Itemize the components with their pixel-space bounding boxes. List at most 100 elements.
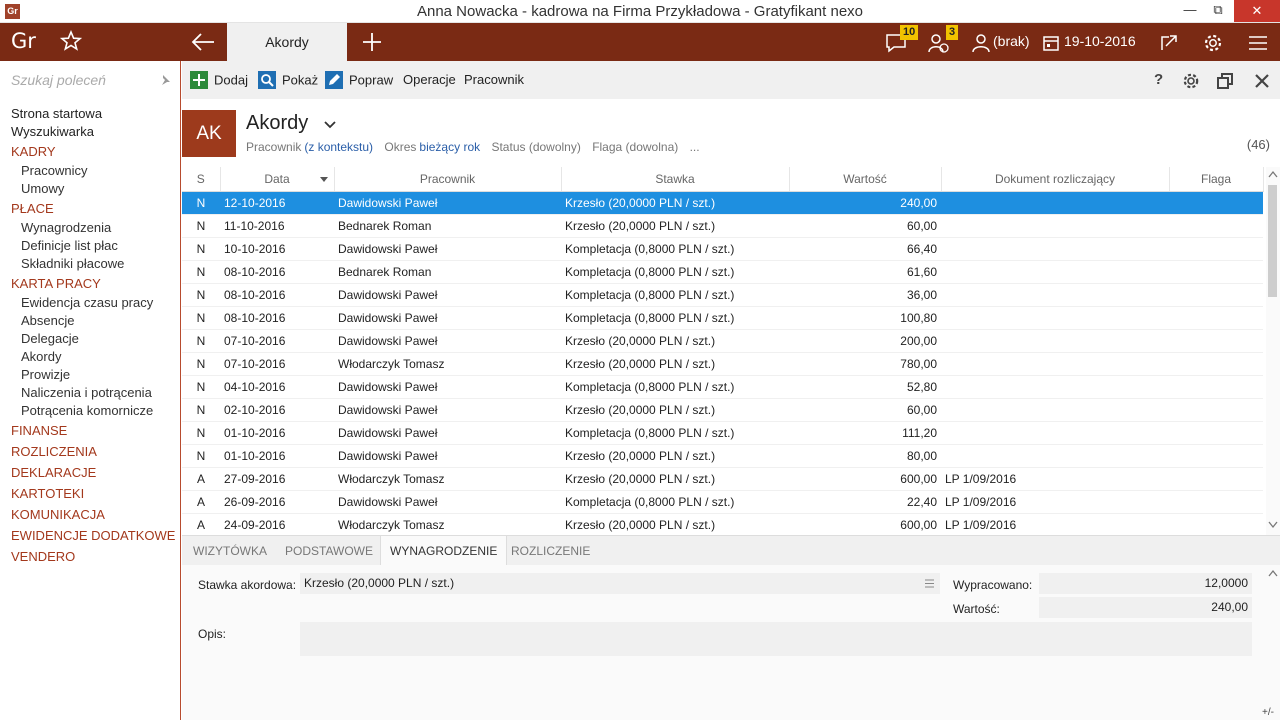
table-row[interactable]: N 04-10-2016 Dawidowski Paweł Kompletacja (… [182,375,1263,399]
command-search-input[interactable]: Szukaj poleceń [11,72,106,88]
list-header: AK Akordy Pracownik (z kontekstu) Okres bi… [182,99,1280,166]
table-row[interactable]: N 07-10-2016 Dawidowski Paweł Krzesło (20,0… [182,329,1263,353]
expand-collapse-toggle[interactable]: +/- [1262,707,1274,718]
column-header-value[interactable]: Wartość [789,167,942,192]
tab-podstawowe[interactable]: PODSTAWOWE [276,536,382,566]
help-button[interactable]: ? [1154,71,1163,88]
filter-flag[interactable]: Flaga (dowolna) [592,140,678,154]
sidebar-item-wyszukiwarka[interactable]: Wyszukiwarka [0,123,181,141]
worked-field[interactable]: 12,0000 [1039,573,1252,594]
detail-scroll-up-icon[interactable] [1268,569,1278,577]
sidebar-item-wynagrodzenia[interactable]: Wynagrodzenia [0,219,181,237]
sidebar-item-naliczenia-i-potrącenia[interactable]: Naliczenia i potrącenia [0,384,181,402]
rate-field[interactable]: Krzesło (20,0000 PLN / szt.) [300,573,940,594]
sidebar-item-komunikacja[interactable]: KOMUNIKACJA [0,504,181,525]
column-header-date[interactable]: Data [220,167,335,192]
table-row[interactable]: N 12-10-2016 Dawidowski Paweł Krzesło (20,0… [182,191,1263,215]
filter-employee[interactable]: Pracownik (z kontekstu) [246,140,373,154]
list-picker-icon[interactable] [925,579,934,588]
minimize-button[interactable]: — [1176,0,1204,22]
scroll-down-icon[interactable] [1268,521,1278,529]
tab-wynagrodzenie[interactable]: WYNAGRODZENIE [380,536,508,566]
column-header-status[interactable]: S [182,167,221,192]
tab-akordy[interactable]: Akordy [227,23,347,61]
tab-wizytowka[interactable]: WIZYTÓWKA [184,536,276,566]
employee-menu[interactable]: Pracownik [464,72,524,87]
table-row[interactable]: N 01-10-2016 Dawidowski Paweł Kompletacja (… [182,421,1263,445]
table-row[interactable]: N 01-10-2016 Dawidowski Paweł Krzesło (20,0… [182,444,1263,468]
filter-period[interactable]: Okres bieżący rok [384,140,480,154]
table-row[interactable]: N 10-10-2016 Dawidowski Paweł Kompletacja (… [182,237,1263,261]
cell-flag [1169,329,1263,353]
hamburger-menu-icon[interactable] [1248,32,1268,54]
detach-window-icon[interactable] [1216,72,1234,90]
settings-gear-icon[interactable] [1203,32,1223,54]
context-user-icon[interactable] [971,32,991,54]
table-row[interactable]: A 27-09-2016 Włodarczyk Tomasz Krzesło (20,… [182,467,1263,491]
sidebar-item-absencje[interactable]: Absencje [0,312,181,330]
sidebar-item-kartoteki[interactable]: KARTOTEKI [0,483,181,504]
sidebar-item-pracownicy[interactable]: Pracownicy [0,162,181,180]
scroll-up-icon[interactable] [1268,170,1278,178]
sidebar-item-vendero[interactable]: VENDERO [0,546,181,567]
close-tab-icon[interactable] [1253,72,1271,90]
scroll-thumb[interactable] [1268,185,1277,297]
favorites-star-icon[interactable] [60,30,82,52]
tab-rozliczenie[interactable]: ROZLICZENIE [502,536,599,566]
chevron-down-icon[interactable] [324,119,336,131]
cell-date: 26-09-2016 [220,490,334,514]
sidebar-item-kadry[interactable]: KADRY [0,141,181,162]
table-row[interactable]: A 26-09-2016 Dawidowski Paweł Kompletacja (… [182,490,1263,514]
table-row[interactable]: A 24-09-2016 Włodarczyk Tomasz Krzesło (20,… [182,513,1263,537]
description-field[interactable] [300,622,1252,656]
sidebar-item-strona-startowa[interactable]: Strona startowa [0,105,181,123]
app-logo[interactable]: Gr [11,29,36,53]
operations-menu[interactable]: Operacje [403,72,456,87]
calendar-icon[interactable] [1043,32,1059,54]
sidebar-item-prowizje[interactable]: Prowizje [0,366,181,384]
filter-status[interactable]: Status (dowolny) [491,140,580,154]
back-arrow-icon[interactable] [190,31,216,53]
show-button[interactable]: Pokaż [258,71,318,90]
cell-date: 08-10-2016 [220,260,334,284]
sidebar-item-ewidencje-dodatkowe[interactable]: EWIDENCJE DODATKOWE [0,525,181,546]
working-date[interactable]: 19-10-2016 [1064,33,1136,49]
sidebar-item-finanse[interactable]: FINANSE [0,420,181,441]
filter-more[interactable]: ... [690,140,700,154]
sidebar-item-ewidencja-czasu-pracy[interactable]: Ewidencja czasu pracy [0,294,181,312]
sidebar-item-definicje-list-płac[interactable]: Definicje list płac [0,237,181,255]
table-row[interactable]: N 11-10-2016 Bednarek Roman Krzesło (20,000… [182,214,1263,238]
table-row[interactable]: N 08-10-2016 Dawidowski Paweł Kompletacja (… [182,283,1263,307]
add-plus-icon [190,71,208,89]
column-header-employee[interactable]: Pracownik [334,167,562,192]
column-header-flag[interactable]: Flaga [1169,167,1264,192]
page-title[interactable]: Akordy [246,112,308,135]
sidebar-item-rozliczenia[interactable]: ROZLICZENIA [0,441,181,462]
column-header-document[interactable]: Dokument rozliczający [941,167,1170,192]
pin-icon[interactable] [159,74,171,86]
table-row[interactable]: N 08-10-2016 Dawidowski Paweł Kompletacja (… [182,306,1263,330]
table-row[interactable]: N 07-10-2016 Włodarczyk Tomasz Krzesło (20,… [182,352,1263,376]
value-field[interactable]: 240,00 [1039,597,1252,618]
sidebar-item-płace[interactable]: PŁACE [0,198,181,219]
export-arrow-icon[interactable] [1159,32,1179,54]
edit-button[interactable]: Popraw [325,71,393,90]
add-button[interactable]: Dodaj [190,71,248,90]
table-row[interactable]: N 08-10-2016 Bednarek Roman Kompletacja (0,… [182,260,1263,284]
restore-button[interactable]: ⧉ [1204,0,1232,22]
sidebar-item-deklaracje[interactable]: DEKLARACJE [0,462,181,483]
sidebar-item-składniki-płacowe[interactable]: Składniki płacowe [0,255,181,273]
new-tab-plus-icon[interactable] [361,31,383,53]
sidebar-item-karta-pracy[interactable]: KARTA PRACY [0,273,181,294]
table-row[interactable]: N 02-10-2016 Dawidowski Paweł Krzesło (20,0… [182,398,1263,422]
sidebar-item-delegacje[interactable]: Delegacje [0,330,181,348]
close-window-button[interactable]: ✕ [1234,0,1280,22]
sidebar-item-potrącenia-komornicze[interactable]: Potrącenia komornicze [0,402,181,420]
settings-gear-icon[interactable] [1182,72,1200,90]
grid-scrollbar[interactable] [1266,167,1280,535]
sidebar-item-akordy[interactable]: Akordy [0,348,181,366]
sidebar-item-umowy[interactable]: Umowy [0,180,181,198]
sort-descending-icon [319,177,328,182]
context-user-label[interactable]: (brak) [993,33,1030,49]
column-header-rate[interactable]: Stawka [561,167,790,192]
